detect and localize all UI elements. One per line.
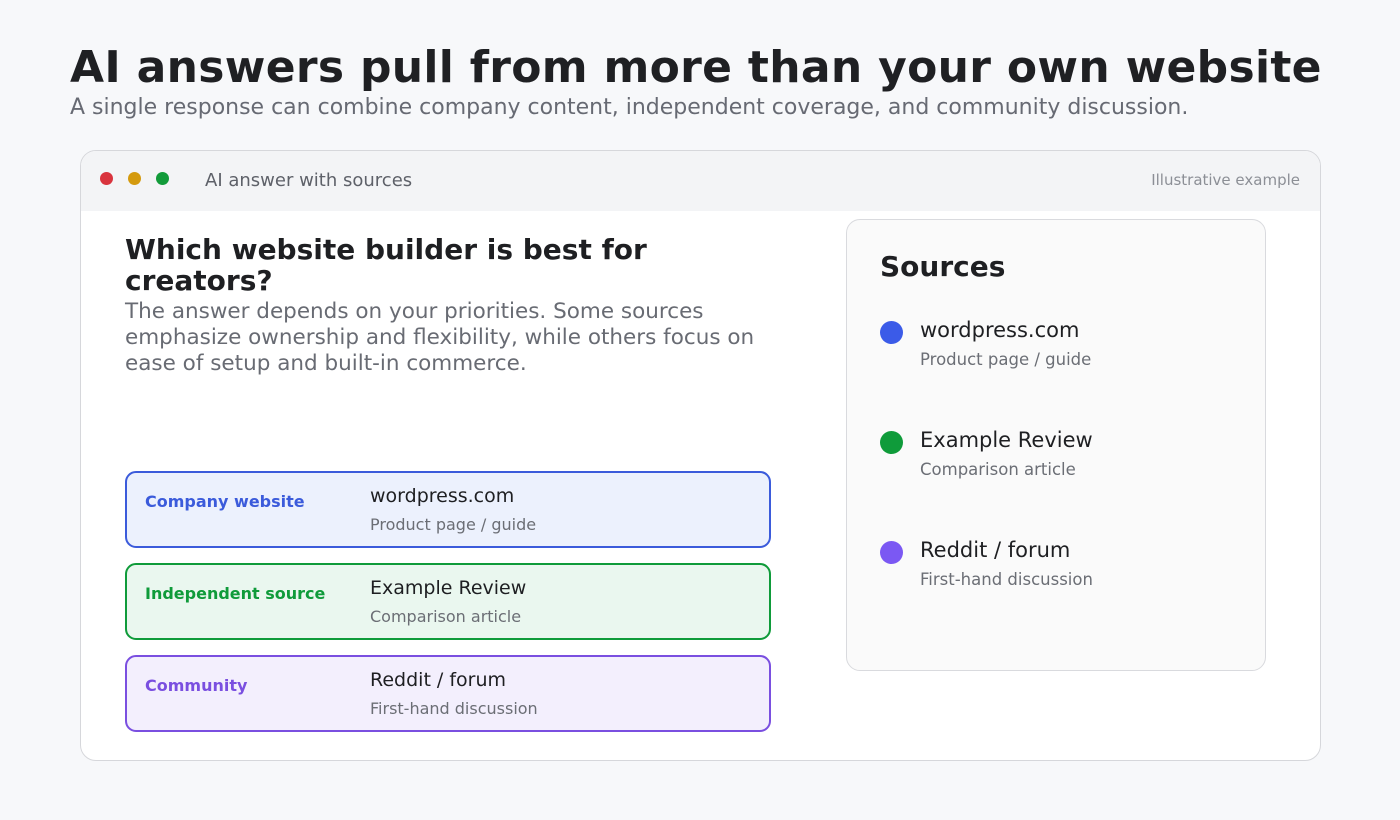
page-subtitle: A single response can combine company co… (70, 95, 1189, 120)
source-card-category: Independent source (145, 584, 326, 603)
answer-body: The answer depends on your priorities. S… (125, 299, 755, 376)
source-card-description: First-hand discussion (370, 699, 538, 718)
source-card-company[interactable]: Company website wordpress.com Product pa… (125, 471, 771, 548)
source-item-reddit[interactable]: Reddit / forum First-hand discussion (880, 538, 1240, 598)
source-card-description: Comparison article (370, 607, 522, 626)
sources-title: Sources (880, 250, 1006, 283)
source-item-description: Comparison article (920, 460, 1076, 479)
maximize-dot-icon[interactable] (156, 172, 169, 185)
close-dot-icon[interactable] (100, 172, 113, 185)
source-card-category: Company website (145, 492, 305, 511)
answer-question: Which website builder is best for creato… (125, 233, 647, 297)
ai-answer-window: AI answer with sources Illustrative exam… (80, 150, 1321, 761)
slide: AI answers pull from more than your own … (0, 0, 1400, 820)
source-item-description: First-hand discussion (920, 570, 1093, 589)
source-item-review[interactable]: Example Review Comparison article (880, 428, 1240, 488)
source-card-community[interactable]: Community Reddit / forum First-hand disc… (125, 655, 771, 732)
window-title: AI answer with sources (205, 170, 413, 191)
source-item-name: Reddit / forum (920, 538, 1071, 562)
source-dot-icon (880, 541, 903, 564)
source-card-name: Reddit / forum (370, 669, 507, 691)
source-dot-icon (880, 321, 903, 344)
source-dot-icon (880, 431, 903, 454)
source-card-description: Product page / guide (370, 515, 537, 534)
source-item-description: Product page / guide (920, 350, 1092, 369)
source-item-name: wordpress.com (920, 318, 1080, 342)
source-card-name: wordpress.com (370, 485, 515, 507)
source-item-wordpress[interactable]: wordpress.com Product page / guide (880, 318, 1240, 378)
window-titlebar: AI answer with sources Illustrative exam… (81, 151, 1320, 211)
minimize-dot-icon[interactable] (128, 172, 141, 185)
source-item-name: Example Review (920, 428, 1093, 452)
page-title: AI answers pull from more than your own … (70, 42, 1322, 93)
source-card-category: Community (145, 676, 248, 695)
source-card-independent[interactable]: Independent source Example Review Compar… (125, 563, 771, 640)
source-card-name: Example Review (370, 577, 527, 599)
illustrative-note: Illustrative example (1151, 171, 1300, 189)
sources-panel: Sources wordpress.com Product page / gui… (846, 219, 1266, 671)
